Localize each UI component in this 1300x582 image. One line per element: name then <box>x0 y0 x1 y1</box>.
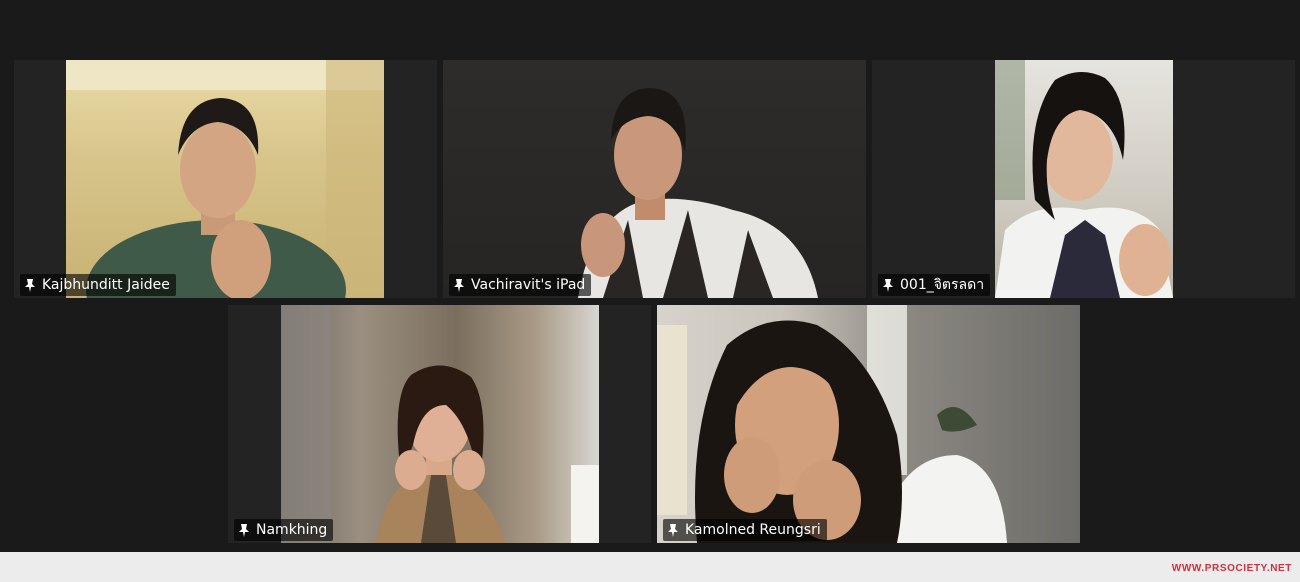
participant-name: Kajbhunditt Jaidee <box>42 277 170 293</box>
participant-tile-1[interactable]: Kajbhunditt Jaidee <box>14 60 437 298</box>
pin-icon <box>453 278 465 293</box>
participant-video-3 <box>995 60 1173 298</box>
participant-name: Kamolned Reungsri <box>685 522 821 538</box>
participant-tile-3[interactable]: 001_จิตรลดา <box>872 60 1295 298</box>
participant-video-5 <box>657 305 1080 543</box>
participant-name-tag-3: 001_จิตรลดา <box>878 274 991 296</box>
pin-icon <box>667 523 679 538</box>
participant-video-1 <box>66 60 384 298</box>
participant-tile-2[interactable]: Vachiravit's iPad <box>443 60 866 298</box>
participant-tile-5[interactable]: Kamolned Reungsri <box>657 305 1080 543</box>
pin-icon <box>882 278 894 293</box>
participant-name-tag-5: Kamolned Reungsri <box>663 519 827 541</box>
participant-video-2 <box>443 60 866 298</box>
participant-name-tag-4: Namkhing <box>234 519 334 541</box>
participant-name-tag-2: Vachiravit's iPad <box>449 274 592 296</box>
participant-name: 001_จิตรลดา <box>900 277 985 293</box>
watermark: WWW.PRSOCIETY.NET <box>1171 563 1292 574</box>
pin-icon <box>24 278 36 293</box>
participant-video-4 <box>281 305 599 543</box>
pin-icon <box>238 523 250 538</box>
participant-name: Namkhing <box>256 522 328 538</box>
video-gallery: Kajbhunditt Jaidee Vachiravit's iPad 001… <box>0 0 1300 552</box>
participant-tile-4[interactable]: Namkhing <box>228 305 651 543</box>
participant-name: Vachiravit's iPad <box>471 277 586 293</box>
footer-bar: WWW.PRSOCIETY.NET <box>0 552 1300 582</box>
participant-name-tag-1: Kajbhunditt Jaidee <box>20 274 176 296</box>
